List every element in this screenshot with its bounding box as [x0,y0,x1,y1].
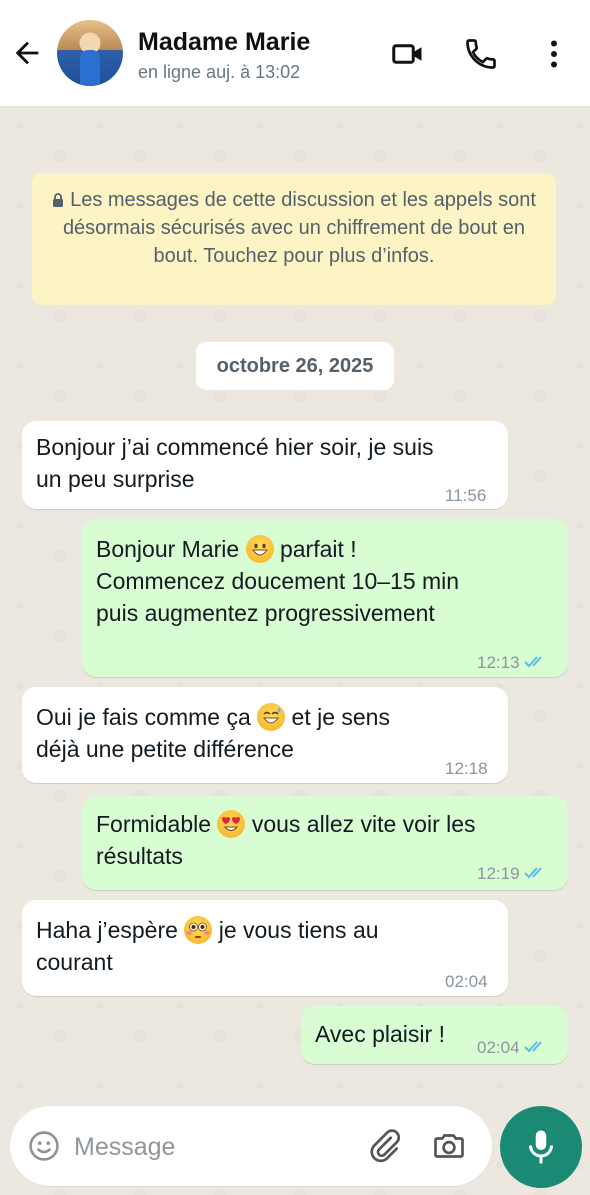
message-fragment: je vous tiens au [218,917,379,943]
message-line: Bonjour Marie parfait ! [96,533,459,565]
message-time: 02:04 [445,972,488,991]
message-fragment: et je sens [291,704,390,730]
encryption-notice[interactable]: Les messages de cette discussion et les … [32,173,556,305]
time-label: 12:13 [477,653,520,672]
message-line: un peu surprise [36,466,195,492]
grinning-sweat-face-emoji-icon [257,703,286,731]
message-text: Oui je fais comme ça et je sens déjà une… [36,701,390,765]
read-ticks-icon [523,867,542,879]
more-vert-icon[interactable] [536,36,572,72]
date-chip: octobre 26, 2025 [196,342,394,390]
lock-icon [52,187,64,207]
emoji-icon[interactable] [27,1129,61,1163]
message-outgoing[interactable]: Bonjour Marie parfait ! Commencez doucem… [82,519,568,677]
message-text: Haha j’espère je vous tiens au courant [36,914,379,978]
message-outgoing[interactable]: Formidable vous allez vite voir les résu… [82,796,568,890]
message-input[interactable] [72,1126,366,1168]
message-time: 12:19 [477,858,550,890]
message-line: déjà une petite différence [36,736,294,762]
message-incoming[interactable]: Oui je fais comme ça et je sens déjà une… [22,687,508,783]
time-label: 02:04 [477,1038,520,1057]
message-fragment: Haha j’espère [36,917,178,943]
time-label: 12:19 [477,864,520,883]
contact-name[interactable]: Madame Marie [138,28,310,57]
grinning-face-emoji-icon [245,535,274,563]
camera-icon[interactable] [430,1128,468,1164]
phone-icon[interactable] [463,36,499,72]
message-line: Oui je fais comme ça et je sens [36,701,390,733]
avatar[interactable] [57,20,123,86]
message-line: Formidable vous allez vite voir les [96,808,476,840]
video-call-icon[interactable] [390,36,426,72]
attach-icon[interactable] [366,1128,402,1164]
read-ticks-icon [523,1041,542,1053]
message-line: résultats [96,843,183,869]
message-text: Formidable vous allez vite voir les résu… [96,808,476,872]
message-fragment: Oui je fais comme ça [36,704,251,730]
message-incoming[interactable]: Haha j’espère je vous tiens au courant 0… [22,900,508,996]
message-line: Haha j’espère je vous tiens au [36,914,379,946]
message-line: courant [36,949,113,975]
message-text: Bonjour j’ai commencé hier soir, je suis… [36,431,434,495]
message-fragment: parfait ! [279,536,357,562]
encryption-notice-text: Les messages de cette discussion et les … [62,189,536,267]
mic-icon [529,1130,553,1164]
message-line: puis augmentez progressivement [96,600,435,626]
message-time: 12:13 [477,647,550,679]
message-outgoing[interactable]: Avec plaisir ! 02:04 [301,1006,568,1064]
read-ticks-icon [523,656,542,668]
message-fragment: Formidable [96,811,212,837]
message-time: 11:56 [445,486,487,505]
message-text: Bonjour Marie parfait ! Commencez doucem… [96,533,459,629]
message-fragment: Bonjour Marie [96,536,240,562]
message-line: Bonjour j’ai commencé hier soir, je suis [36,434,434,460]
flushed-face-emoji-icon [184,916,213,944]
message-fragment: vous allez vite voir les [251,811,476,837]
chat-header: Madame Marie en ligne auj. à 13:02 [0,0,590,107]
mic-button[interactable] [500,1106,582,1188]
message-time: 02:04 [477,1032,550,1064]
contact-status: en ligne auj. à 13:02 [138,62,301,82]
back-arrow-icon[interactable] [10,36,44,70]
heart-eyes-face-emoji-icon [217,810,246,838]
message-time: 12:18 [445,759,488,778]
message-composer [10,1106,492,1186]
message-text: Avec plaisir ! [315,1021,445,1047]
message-line: Commencez doucement 10–15 min [96,568,460,594]
message-incoming[interactable]: Bonjour j’ai commencé hier soir, je suis… [22,421,508,509]
